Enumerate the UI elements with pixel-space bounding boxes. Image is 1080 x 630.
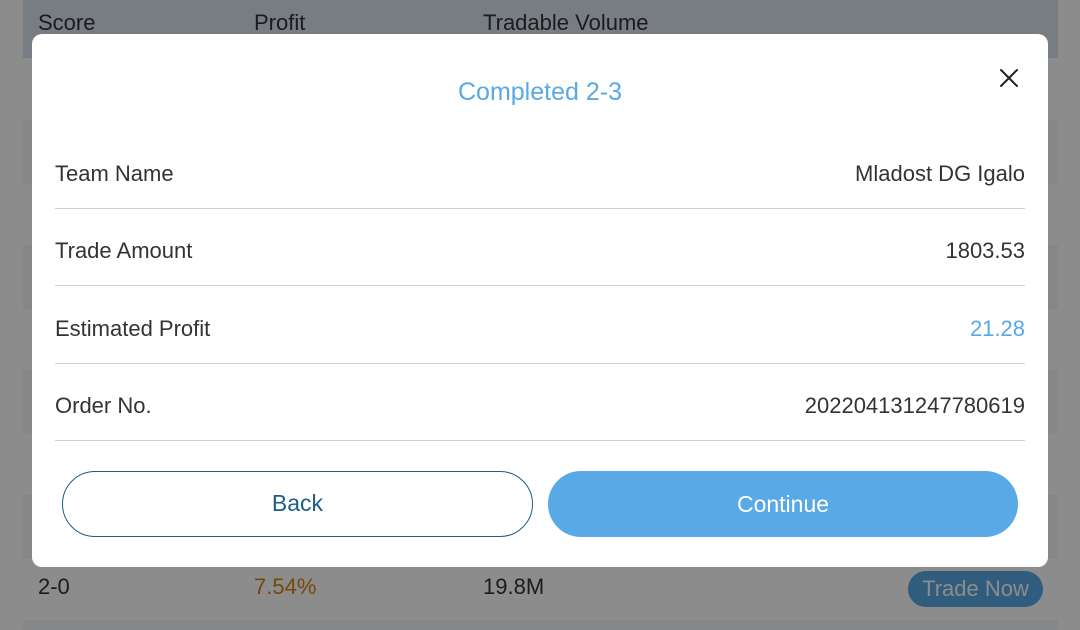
team-name-value: Mladost DG Igalo — [855, 161, 1025, 186]
estimated-profit-value: 21.28 — [969, 316, 1025, 341]
trade-amount-label: Trade Amount — [55, 238, 193, 263]
estimated-profit-label: Estimated Profit — [55, 316, 211, 341]
close-icon — [1000, 69, 1018, 87]
order-number-value: 202204131247780619 — [804, 393, 1025, 418]
order-number-row: Order No. 202204131247780619 — [55, 364, 1025, 441]
team-name-label: Team Name — [55, 161, 174, 186]
continue-button[interactable]: Continue — [548, 471, 1018, 537]
estimated-profit-row: Estimated Profit 21.28 — [55, 287, 1025, 364]
team-name-row: Team Name Mladost DG Igalo — [55, 132, 1025, 209]
close-button[interactable] — [994, 63, 1024, 93]
trade-amount-value: 1803.53 — [945, 238, 1025, 263]
back-button[interactable]: Back — [62, 471, 533, 537]
trade-confirmation-modal: Completed 2-3 Team Name Mladost DG Igalo… — [32, 34, 1048, 567]
page: Score Profit Tradable Volume 2-0 7.54% 1… — [0, 0, 1080, 630]
trade-amount-row: Trade Amount 1803.53 — [55, 209, 1025, 286]
order-number-label: Order No. — [55, 393, 152, 418]
modal-title: Completed 2-3 — [458, 78, 622, 106]
